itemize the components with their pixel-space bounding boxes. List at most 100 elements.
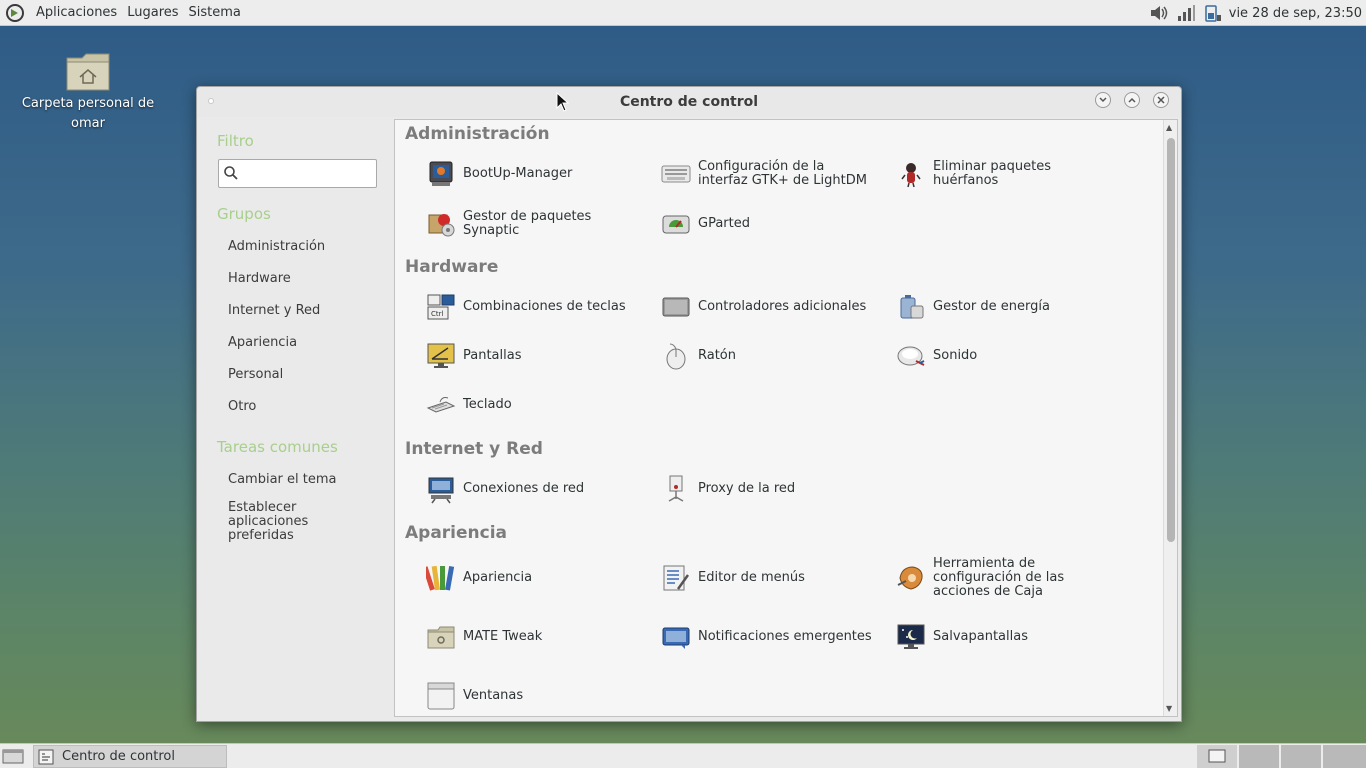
scrollbar-thumb[interactable] xyxy=(1167,138,1175,542)
launcher-label: Herramienta de configuración de las acci… xyxy=(933,556,1065,599)
group-link-personal[interactable]: Personal xyxy=(228,367,283,382)
launcher-label: BootUp-Manager xyxy=(463,166,573,181)
bootup-manager-icon xyxy=(425,158,457,190)
close-button[interactable] xyxy=(1153,92,1169,108)
lightdm-config-icon xyxy=(660,158,692,190)
launcher-displays[interactable]: Pantallas xyxy=(425,336,639,376)
launcher-lightdm-config[interactable]: Configuración de la interfaz GTK+ de Lig… xyxy=(660,154,874,194)
scroll-down-arrow-icon[interactable]: ▼ xyxy=(1166,704,1172,713)
workspace-4[interactable] xyxy=(1322,745,1366,768)
launcher-label: Teclado xyxy=(463,397,512,412)
window-titlebar[interactable]: Centro de control xyxy=(197,87,1181,117)
taskbar-button-label: Centro de control xyxy=(62,749,176,764)
search-input[interactable] xyxy=(243,163,371,184)
launcher-keyboard[interactable]: Teclado xyxy=(425,385,639,425)
launcher-label: Gestor de paquetes Synaptic xyxy=(463,209,592,238)
launcher-orphan-packages[interactable]: Eliminar paquetes huérfanos xyxy=(895,154,1109,194)
launcher-caja-actions[interactable]: Herramienta de configuración de las acci… xyxy=(895,556,1109,599)
minimize-button[interactable] xyxy=(1095,92,1111,108)
group-link-hardware[interactable]: Hardware xyxy=(228,271,291,286)
workspace-1[interactable] xyxy=(1196,745,1237,768)
keyboard-shortcuts-icon: Ctrl xyxy=(425,291,457,323)
launcher-label: Editor de menús xyxy=(698,570,805,585)
workspace-3[interactable] xyxy=(1280,745,1321,768)
synaptic-icon xyxy=(425,208,457,240)
clock[interactable]: vie 28 de sep, 23:50 xyxy=(1229,6,1362,21)
displays-icon xyxy=(425,340,457,372)
launcher-label: Gestor de energía xyxy=(933,299,1050,314)
launcher-label: Conexiones de red xyxy=(463,481,585,496)
launcher-menu-editor[interactable]: Editor de menús xyxy=(660,558,874,598)
maximize-button[interactable] xyxy=(1124,92,1140,108)
control-center-icon xyxy=(38,749,54,765)
scroll-up-arrow-icon[interactable]: ▲ xyxy=(1166,123,1172,132)
launcher-windows[interactable]: Ventanas xyxy=(425,676,639,716)
group-link-otro[interactable]: Otro xyxy=(228,399,256,414)
workspace-2[interactable] xyxy=(1238,745,1279,768)
launcher-label: Salvapantallas xyxy=(933,629,1028,644)
launcher-label: Configuración de la interfaz GTK+ de Lig… xyxy=(698,159,867,188)
desktop-home-label: Carpeta personal de omar xyxy=(21,96,155,131)
appearance-icon xyxy=(425,562,457,594)
group-link-internet[interactable]: Internet y Red xyxy=(228,303,320,318)
launcher-synaptic[interactable]: Gestor de paquetes Synaptic xyxy=(425,204,639,244)
window-title: Centro de control xyxy=(619,94,759,110)
search-field[interactable] xyxy=(218,159,377,188)
launcher-label: Ventanas xyxy=(463,688,524,703)
top-panel: Aplicaciones Lugares Sistema vie 28 de s… xyxy=(0,0,1366,26)
launcher-power-manager[interactable]: Gestor de energía xyxy=(895,287,1109,327)
content-scrollbar[interactable]: ▲ ▼ xyxy=(1163,120,1177,716)
network-signal-icon[interactable] xyxy=(1174,2,1198,24)
menu-system[interactable]: Sistema xyxy=(184,0,246,26)
launcher-label: MATE Tweak xyxy=(463,629,543,644)
desktop-home-folder[interactable]: Carpeta personal de omar xyxy=(18,50,158,134)
sound-icon xyxy=(895,340,927,372)
mouse-icon xyxy=(660,340,692,372)
section-title-administracion: Administración xyxy=(405,124,550,144)
menu-applications[interactable]: Aplicaciones xyxy=(31,0,122,26)
show-desktop-icon[interactable] xyxy=(2,747,24,765)
launcher-mouse[interactable]: Ratón xyxy=(660,336,874,376)
taskbar-button-control-center[interactable]: Centro de control xyxy=(33,745,227,768)
task-preferred-apps[interactable]: Establecer aplicaciones preferidas xyxy=(228,501,328,543)
section-title-hardware: Hardware xyxy=(405,257,499,277)
volume-icon[interactable] xyxy=(1147,2,1171,24)
launcher-mate-tweak[interactable]: MATE Tweak xyxy=(425,617,639,657)
launcher-notifications[interactable]: Notificaciones emergentes xyxy=(660,617,874,657)
power-manager-icon xyxy=(895,291,927,323)
launcher-network-proxy[interactable]: Proxy de la red xyxy=(660,469,874,509)
battery-icon[interactable] xyxy=(1201,2,1225,24)
launcher-label: Controladores adicionales xyxy=(698,299,867,314)
launcher-network-connections[interactable]: Conexiones de red xyxy=(425,469,639,509)
launcher-label: GParted xyxy=(698,216,750,231)
launcher-label: Ratón xyxy=(698,348,737,363)
section-title-internet: Internet y Red xyxy=(405,439,543,459)
launcher-appearance[interactable]: Apariencia xyxy=(425,558,639,598)
launcher-additional-drivers[interactable]: Controladores adicionales xyxy=(660,287,874,327)
system-tray: vie 28 de sep, 23:50 xyxy=(1144,0,1366,26)
filter-heading: Filtro xyxy=(217,132,254,150)
launcher-label: Combinaciones de teclas xyxy=(463,299,626,314)
launcher-label: Notificaciones emergentes xyxy=(698,629,872,644)
group-link-apariencia[interactable]: Apariencia xyxy=(228,335,297,350)
launcher-bootup-manager[interactable]: BootUp-Manager xyxy=(425,154,639,194)
keyboard-icon xyxy=(425,389,457,421)
network-proxy-icon xyxy=(660,473,692,505)
launcher-screensaver[interactable]: Salvapantallas xyxy=(895,617,1109,657)
mate-tweak-icon xyxy=(425,621,457,653)
section-title-apariencia: Apariencia xyxy=(405,523,508,543)
launcher-gparted[interactable]: GParted xyxy=(660,204,874,244)
tasks-heading: Tareas comunes xyxy=(217,438,338,456)
menu-places[interactable]: Lugares xyxy=(122,0,183,26)
orphan-packages-icon xyxy=(895,158,927,190)
mate-logo-icon[interactable] xyxy=(4,2,26,24)
launcher-label: Proxy de la red xyxy=(698,481,796,496)
workspace-window-icon xyxy=(1208,749,1226,763)
launcher-sound[interactable]: Sonido xyxy=(895,336,1109,376)
task-change-theme[interactable]: Cambiar el tema xyxy=(228,472,336,487)
sidebar: Filtro Grupos Administración Hardware In… xyxy=(197,117,393,721)
launcher-keyboard-shortcuts[interactable]: Ctrl Combinaciones de teclas xyxy=(425,287,639,327)
launcher-label: Apariencia xyxy=(463,570,533,585)
group-link-administracion[interactable]: Administración xyxy=(228,239,325,254)
launcher-label: Eliminar paquetes huérfanos xyxy=(933,159,1051,188)
